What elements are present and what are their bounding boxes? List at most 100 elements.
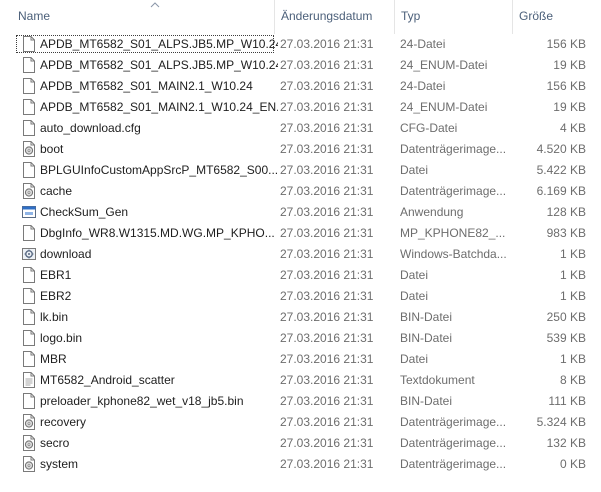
file-row[interactable]: recovery 27.03.2016 21:31 Datenträgerimage… — [12, 412, 601, 433]
file-modified-date: 27.03.2016 21:31 — [280, 331, 374, 345]
column-header-date-label: Änderungsdatum — [281, 9, 373, 23]
file-size: 250 KB — [546, 310, 586, 324]
file-size: 1 KB — [559, 268, 586, 282]
file-type: 24-Datei — [400, 37, 446, 51]
file-row[interactable]: MBR 27.03.2016 21:31 Datei 1 KB — [12, 349, 601, 370]
file-type: Datenträgerimage... — [400, 436, 507, 450]
file-modified-date: 27.03.2016 21:31 — [280, 457, 374, 471]
file-type: Datenträgerimage... — [400, 415, 507, 429]
file-name-cell: EBR2 — [16, 286, 278, 307]
file-modified-date: 27.03.2016 21:31 — [280, 310, 374, 324]
file-modified-date: 27.03.2016 21:31 — [280, 121, 374, 135]
file-modified-date: 27.03.2016 21:31 — [280, 268, 374, 282]
file-size: 0 KB — [559, 457, 586, 471]
column-header-type-label: Typ — [401, 9, 421, 23]
file-type: Datei — [400, 289, 429, 303]
file-name-cell: APDB_MT6582_S01_ALPS.JB5.MP_W10.24.... — [16, 55, 278, 76]
file-name: auto_download.cfg — [40, 121, 141, 135]
file-name-cell: system — [16, 454, 278, 475]
file-name-cell: auto_download.cfg — [16, 118, 278, 139]
file-name: system — [40, 457, 79, 471]
file-row[interactable]: DbgInfo_WR8.W1315.MD.WG.MP_KPHO... 27.03.… — [12, 223, 601, 244]
file-modified-date: 27.03.2016 21:31 — [280, 58, 374, 72]
file-type: MP_KPHONE82_... — [400, 226, 506, 240]
file-row[interactable]: EBR2 27.03.2016 21:31 Datei 1 KB — [12, 286, 601, 307]
file-size: 8 KB — [559, 373, 586, 387]
file-modified-date: 27.03.2016 21:31 — [280, 247, 374, 261]
file-row[interactable]: preloader_kphone82_wet_v18_jb5.bin 27.03.… — [12, 391, 601, 412]
file-row[interactable]: lk.bin 27.03.2016 21:31 BIN-Datei 250 KB — [12, 307, 601, 328]
file-name: APDB_MT6582_S01_ALPS.JB5.MP_W10.24 — [40, 37, 278, 51]
column-header-type[interactable]: Typ — [394, 0, 512, 34]
file-modified-date: 27.03.2016 21:31 — [280, 142, 374, 156]
file-row[interactable]: cache 27.03.2016 21:31 Datenträgerimage...… — [12, 181, 601, 202]
file-name: APDB_MT6582_S01_MAIN2.1_W10.24_EN... — [40, 100, 278, 114]
file-row[interactable]: APDB_MT6582_S01_ALPS.JB5.MP_W10.24.... 27… — [12, 55, 601, 76]
file-name-cell: BPLGUInfoCustomAppSrcP_MT6582_S00... — [16, 160, 278, 181]
file-modified-date: 27.03.2016 21:31 — [280, 37, 374, 51]
file-row[interactable]: EBR1 27.03.2016 21:31 Datei 1 KB — [12, 265, 601, 286]
file-row[interactable]: APDB_MT6582_S01_ALPS.JB5.MP_W10.24 27.03.… — [12, 34, 601, 55]
file-name: logo.bin — [40, 331, 83, 345]
file-row[interactable]: BPLGUInfoCustomAppSrcP_MT6582_S00... 27.0… — [12, 160, 601, 181]
file-type: BIN-Datei — [400, 310, 453, 324]
file-row[interactable]: boot 27.03.2016 21:31 Datenträgerimage... 4… — [12, 139, 601, 160]
file-name-cell: MT6582_Android_scatter — [16, 370, 278, 391]
file-type: Datei — [400, 268, 429, 282]
file-name-cell: lk.bin — [16, 307, 278, 328]
file-icon — [22, 57, 36, 73]
file-name-cell: recovery — [16, 412, 278, 433]
file-size: 1 KB — [559, 247, 586, 261]
file-type: Datenträgerimage... — [400, 184, 507, 198]
file-size: 19 KB — [553, 100, 586, 114]
file-size: 4 KB — [559, 121, 586, 135]
file-name: MT6582_Android_scatter — [40, 373, 175, 387]
file-size: 156 KB — [546, 79, 586, 93]
column-header-size[interactable]: Größe — [512, 0, 601, 34]
file-name-cell: cache — [16, 181, 278, 202]
file-name: preloader_kphone82_wet_v18_jb5.bin — [40, 394, 244, 408]
file-row[interactable]: APDB_MT6582_S01_MAIN2.1_W10.24_EN... 27.0… — [12, 97, 601, 118]
file-row[interactable]: APDB_MT6582_S01_MAIN2.1_W10.24 27.03.2016… — [12, 76, 601, 97]
file-size: 128 KB — [546, 205, 586, 219]
disc-image-icon — [22, 183, 36, 199]
file-row[interactable]: auto_download.cfg 27.03.2016 21:31 CFG-Dat… — [12, 118, 601, 139]
file-name: BPLGUInfoCustomAppSrcP_MT6582_S00... — [40, 163, 278, 177]
file-type: Textdokument — [400, 373, 475, 387]
file-name-cell: CheckSum_Gen — [16, 202, 278, 223]
file-row[interactable]: system 27.03.2016 21:31 Datenträgerimage..… — [12, 454, 601, 475]
file-row[interactable]: CheckSum_Gen 27.03.2016 21:31 Anwendung 128… — [12, 202, 601, 223]
file-modified-date: 27.03.2016 21:31 — [280, 163, 374, 177]
column-header-date[interactable]: Änderungsdatum — [274, 0, 394, 34]
file-row[interactable]: MT6582_Android_scatter 27.03.2016 21:31 Te… — [12, 370, 601, 391]
file-name: APDB_MT6582_S01_MAIN2.1_W10.24 — [40, 79, 253, 93]
column-header-name[interactable]: Name — [12, 0, 274, 34]
file-type: CFG-Datei — [400, 121, 458, 135]
file-size: 4.520 KB — [536, 142, 586, 156]
file-type: Datei — [400, 163, 429, 177]
file-icon — [22, 78, 36, 94]
file-modified-date: 27.03.2016 21:31 — [280, 373, 374, 387]
file-size: 132 KB — [546, 436, 586, 450]
file-icon — [22, 309, 36, 325]
file-name: boot — [40, 142, 64, 156]
file-size: 1 KB — [559, 352, 586, 366]
file-name: MBR — [40, 352, 67, 366]
file-type: 24_ENUM-Datei — [400, 100, 488, 114]
file-name: cache — [40, 184, 73, 198]
file-row[interactable]: logo.bin 27.03.2016 21:31 BIN-Datei 539 KB — [12, 328, 601, 349]
application-icon — [22, 204, 36, 220]
file-type: 24-Datei — [400, 79, 446, 93]
file-name: recovery — [40, 415, 87, 429]
file-modified-date: 27.03.2016 21:31 — [280, 394, 374, 408]
file-type: Datenträgerimage... — [400, 457, 507, 471]
file-row[interactable]: secro 27.03.2016 21:31 Datenträgerimage...… — [12, 433, 601, 454]
file-size: 983 KB — [546, 226, 586, 240]
file-icon — [22, 393, 36, 409]
disc-image-icon — [22, 435, 36, 451]
file-size: 5.422 KB — [536, 163, 586, 177]
file-type: Windows-Batchda... — [400, 247, 507, 261]
file-modified-date: 27.03.2016 21:31 — [280, 289, 374, 303]
file-row[interactable]: download 27.03.2016 21:31 Windows-Batchda.… — [12, 244, 601, 265]
file-modified-date: 27.03.2016 21:31 — [280, 352, 374, 366]
